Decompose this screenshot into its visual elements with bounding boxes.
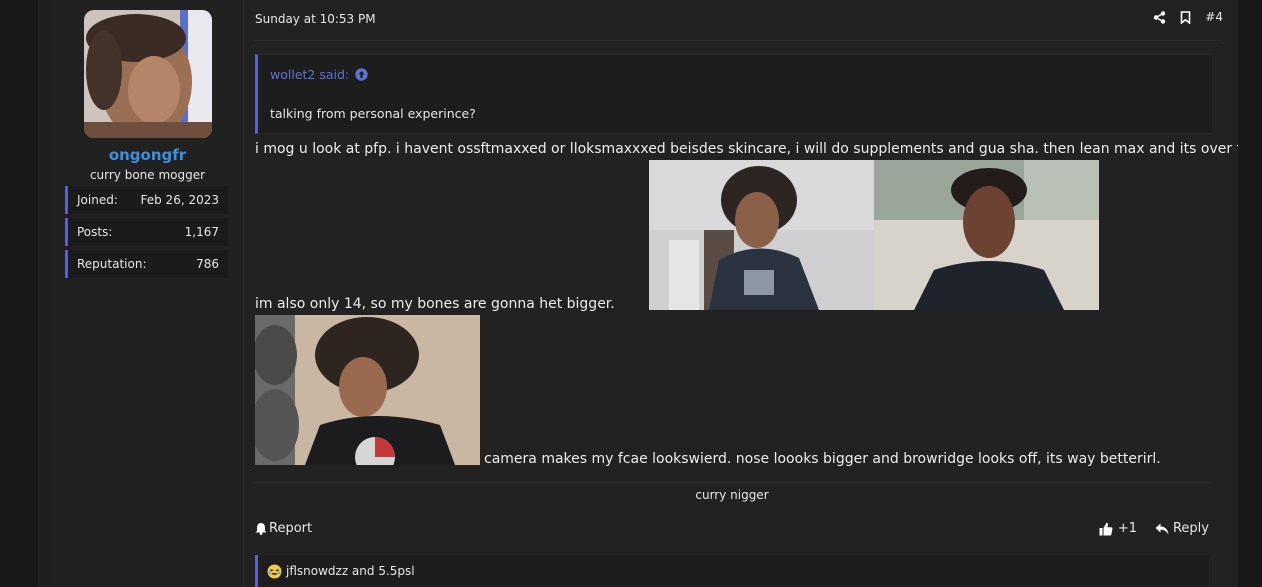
post-image-3[interactable] (255, 315, 480, 465)
signature: curry nigger (695, 488, 769, 502)
post-number[interactable]: #4 (1205, 10, 1223, 24)
quote-author[interactable]: wollet2 said: (270, 67, 349, 82)
reaction-count: +1 (1117, 521, 1137, 536)
forum-post: ongongfr curry bone mogger Joined: Feb 2… (52, 0, 1262, 587)
report-label: Report (269, 521, 313, 536)
stat-label: Posts: (77, 225, 113, 239)
quote-text: talking from personal experince? (270, 106, 476, 121)
page-gutter-right (1238, 0, 1262, 587)
thumbs-up-icon (1099, 522, 1113, 536)
post-footer-actions: +1 Reply (1099, 521, 1209, 536)
report-button[interactable]: Report (255, 521, 312, 536)
arrow-up-circle-icon[interactable] (355, 68, 368, 81)
user-title: curry bone mogger (89, 168, 206, 182)
stat-label: Reputation: (77, 257, 147, 271)
reactions-bar[interactable]: jflsnowdzz and 5.5psl (255, 555, 1209, 587)
post-text-line: im also only 14, so my bones are gonna h… (255, 296, 615, 312)
laughing-emoji-icon (267, 564, 282, 579)
reactions-text[interactable]: jflsnowdzz and 5.5psl (286, 564, 415, 578)
stat-value: 786 (196, 257, 219, 271)
stat-value: 1,167 (184, 225, 219, 239)
avatar[interactable] (84, 10, 212, 138)
stat-value: Feb 26, 2023 (140, 193, 220, 207)
quote-header[interactable]: wollet2 said: (270, 67, 368, 82)
reply-button[interactable]: Reply (1155, 521, 1209, 536)
share-icon[interactable] (1153, 10, 1166, 24)
header-divider (255, 40, 1223, 41)
bell-icon (255, 522, 267, 535)
like-button[interactable]: +1 (1099, 521, 1137, 536)
post-date[interactable]: Sunday at 10:53 PM (255, 12, 376, 26)
page-gutter-left (0, 0, 38, 587)
quote-block: wollet2 said: talking from personal expe… (255, 54, 1212, 134)
forum-container: ongongfr curry bone mogger Joined: Feb 2… (38, 0, 1262, 587)
reply-label: Reply (1172, 521, 1209, 536)
bookmark-icon[interactable] (1180, 10, 1191, 24)
post-text-line: i mog u look at pfp. i havent ossftmaxxe… (255, 141, 1262, 157)
post-main: Sunday at 10:53 PM #4 wollet2 said: talk… (255, 0, 1262, 587)
stat-posts: Posts: 1,167 (65, 218, 228, 246)
post-image-2[interactable] (874, 160, 1099, 310)
stat-reputation: Reputation: 786 (65, 250, 228, 278)
signature-divider (255, 482, 1209, 483)
reply-arrow-icon (1155, 523, 1169, 535)
user-panel: ongongfr curry bone mogger Joined: Feb 2… (52, 0, 244, 587)
post-text-line: camera makes my fcae lookswierd. nose lo… (484, 451, 1161, 467)
username[interactable]: ongongfr (52, 146, 243, 164)
post-image-1[interactable] (649, 160, 874, 310)
stat-label: Joined: (77, 193, 118, 207)
stat-joined: Joined: Feb 26, 2023 (65, 186, 228, 214)
post-actions: #4 (1153, 10, 1223, 24)
